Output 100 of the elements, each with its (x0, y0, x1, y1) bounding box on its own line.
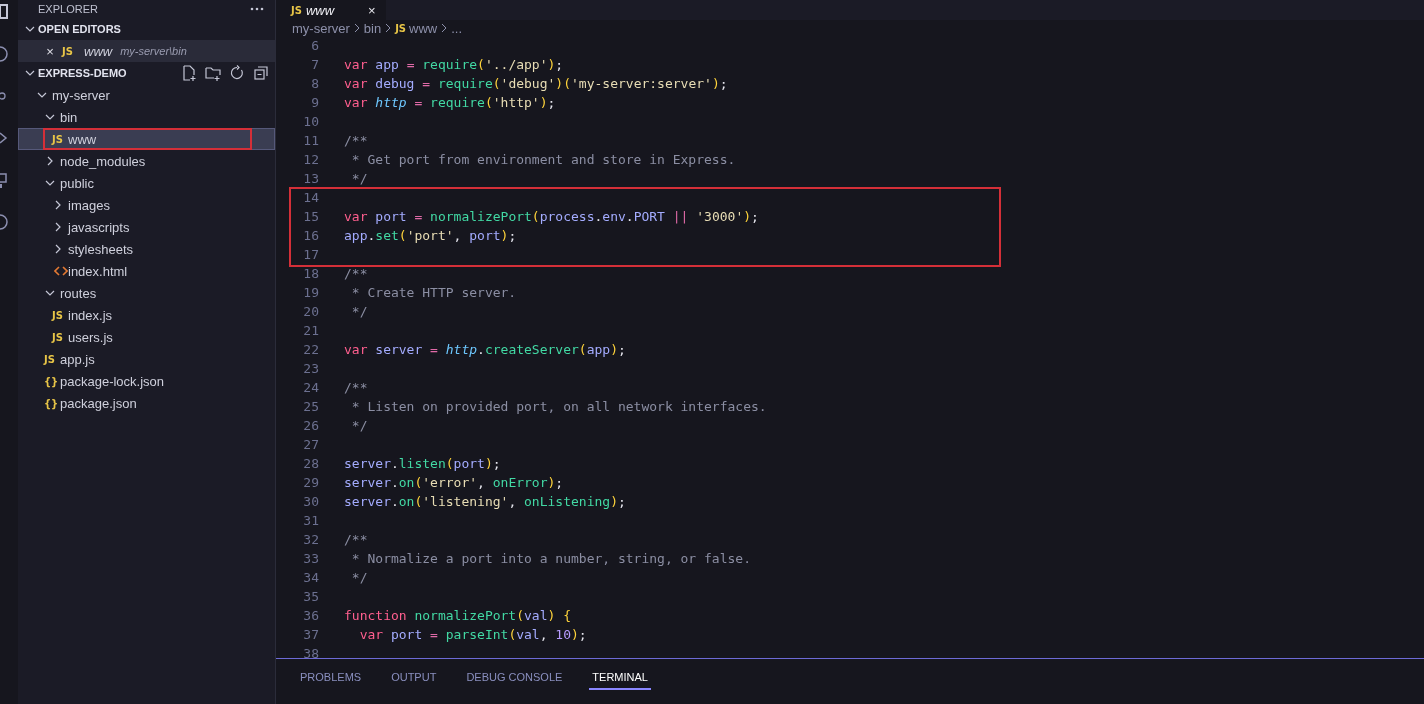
code-brackets-icon (54, 265, 68, 277)
panel-tab[interactable]: PROBLEMS (297, 668, 365, 690)
close-icon[interactable]: × (44, 43, 56, 59)
open-editor-item[interactable]: × JS www my-server\bin (18, 40, 275, 62)
code-line: /** (343, 132, 368, 150)
file-type-icon: {} (44, 375, 60, 387)
line-number: 35 (302, 588, 319, 606)
code-line: var debug = require('debug')('my-server:server'); (343, 75, 728, 93)
file-name: package-lock.json (60, 373, 165, 389)
code-line: server.on('error', onError); (343, 474, 564, 492)
sidebar-title: EXPLORER (38, 3, 98, 15)
tree-item[interactable]: node_modules (18, 150, 275, 172)
line-number: 7 (310, 56, 319, 74)
new-folder-icon[interactable] (205, 65, 221, 81)
panel-tab[interactable]: TERMINAL (589, 668, 651, 690)
code-line: var http = require('http'); (343, 94, 556, 112)
code-line: /** (343, 531, 368, 549)
line-number: 12 (302, 151, 319, 169)
line-number: 13 (302, 170, 319, 188)
file-name: package.json (60, 395, 137, 411)
ring-icon[interactable] (0, 214, 10, 230)
tree-item[interactable]: JS index.js (18, 304, 275, 326)
breadcrumb-item[interactable]: www (409, 20, 438, 36)
tree-item[interactable]: JS users.js (18, 326, 275, 348)
panel-tab[interactable]: DEBUG CONSOLE (463, 668, 566, 690)
square-icon[interactable] (0, 172, 10, 188)
line-number: 23 (302, 360, 319, 378)
panel-tab[interactable]: OUTPUT (388, 668, 440, 690)
editor-tab[interactable]: JS www × (276, 0, 386, 20)
breadcrumb-item[interactable]: bin (363, 20, 382, 36)
line-number: 28 (302, 455, 319, 473)
tree-item[interactable]: {}package-lock.json (18, 370, 275, 392)
code-line: var server = http.createServer(app); (343, 341, 626, 359)
ring-icon[interactable] (0, 46, 10, 62)
code-line: * Listen on provided port, on all network interfaces. (350, 398, 767, 416)
code-line: var app = require('../app'); (343, 56, 564, 74)
file-name: public (60, 175, 94, 191)
tree-item[interactable]: {}package.json (18, 392, 275, 414)
code-line: function normalizePort(val) { (343, 607, 571, 625)
code-line: server.listen(port); (343, 455, 501, 473)
line-number: 17 (302, 246, 319, 264)
line-number: 24 (302, 379, 319, 397)
new-file-icon[interactable] (181, 65, 197, 81)
tree-item[interactable]: images (18, 194, 275, 216)
code-line: */ (350, 417, 368, 435)
tree-item[interactable]: routes (18, 282, 275, 304)
line-number: 36 (302, 607, 319, 625)
file-type-icon: {} (44, 397, 60, 409)
tab-title: www (305, 2, 335, 18)
tree-item[interactable]: bin (18, 106, 275, 128)
tree-item[interactable]: public (18, 172, 275, 194)
file-name: stylesheets (68, 241, 134, 257)
code-line: */ (350, 170, 368, 188)
refresh-icon[interactable] (229, 65, 245, 81)
line-number: 15 (302, 208, 319, 226)
line-number: 29 (302, 474, 319, 492)
chevron-right-icon (440, 22, 449, 34)
line-number: 34 (302, 569, 319, 587)
play-icon[interactable] (0, 130, 10, 146)
tree-item[interactable]: JS app.js (18, 348, 275, 370)
line-number: 38 (302, 645, 319, 658)
file-name: index.html (68, 263, 128, 279)
file-name: users.js (68, 329, 113, 345)
file-type-icon: JS (395, 22, 407, 34)
file-path: my-server\bin (120, 45, 187, 57)
line-number: 30 (302, 493, 319, 511)
section-header[interactable]: OPEN EDITORS (38, 23, 275, 35)
file-type-icon: JS (52, 331, 68, 343)
tree-item[interactable]: javascripts (18, 216, 275, 238)
line-number: 31 (302, 512, 319, 530)
file-type-icon: JS (52, 309, 68, 321)
breadcrumb-item[interactable]: my-server (292, 20, 350, 36)
collapse-icon[interactable] (253, 65, 269, 81)
tree-item[interactable]: JS www (18, 128, 275, 150)
code-line: * Normalize a port into a number, string, or false. (350, 550, 751, 568)
more-icon[interactable] (249, 6, 265, 12)
line-number: 18 (302, 265, 319, 283)
line-number: 37 (302, 626, 319, 644)
line-number: 19 (302, 284, 319, 302)
code-line: /** (343, 379, 368, 397)
line-number: 10 (302, 113, 319, 131)
code-line: */ (350, 569, 368, 587)
tree-item[interactable]: stylesheets (18, 238, 275, 260)
section-header[interactable]: EXPRESS-DEMO (38, 67, 179, 79)
tree-item[interactable]: my-server (18, 84, 275, 106)
file-name: bin (60, 109, 78, 125)
file-icon[interactable] (0, 4, 10, 20)
file-type-icon: JS (44, 353, 60, 365)
tree-item[interactable]: index.html (18, 260, 275, 282)
code-line: * Create HTTP server. (350, 284, 517, 302)
line-number: 25 (302, 398, 319, 416)
file-name: javascripts (68, 219, 130, 235)
code-line: */ (350, 303, 368, 321)
close-icon[interactable]: × (368, 2, 376, 18)
file-name: app.js (60, 351, 95, 367)
line-number: 8 (310, 75, 319, 93)
line-number: 14 (302, 189, 319, 207)
file-type-icon: JS (52, 133, 68, 145)
file-name: my-server (52, 87, 110, 103)
breadcrumb-item[interactable]: ... (451, 20, 463, 36)
